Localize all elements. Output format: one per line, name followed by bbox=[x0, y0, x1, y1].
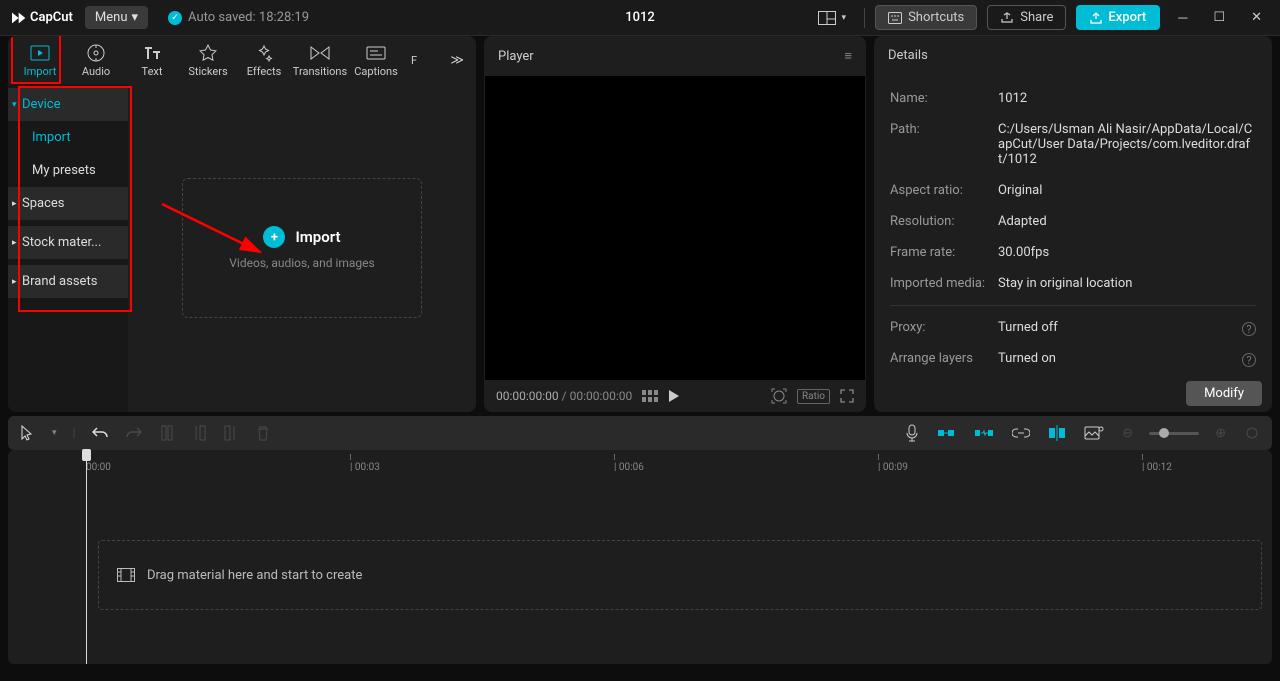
export-button[interactable]: Export bbox=[1076, 5, 1160, 30]
player-panel: Player ≡ 00:00:00:00 / 00:00:00:00 Ratio bbox=[484, 36, 866, 412]
trim-left-button[interactable] bbox=[190, 423, 208, 443]
details-title: Details bbox=[888, 48, 928, 63]
focus-icon[interactable] bbox=[771, 388, 787, 404]
cover-button[interactable] bbox=[1082, 424, 1106, 442]
delete-button[interactable] bbox=[254, 423, 272, 443]
media-tabs: Import Audio Text Stickers Effects Trans… bbox=[8, 36, 476, 84]
stickers-icon bbox=[199, 43, 217, 63]
tool-dropdown[interactable]: ▾ bbox=[50, 426, 59, 440]
text-icon bbox=[143, 43, 161, 63]
tab-transitions[interactable]: Transitions bbox=[292, 36, 348, 84]
app-logo: CapCut bbox=[10, 10, 73, 26]
tab-audio[interactable]: Audio bbox=[68, 36, 124, 84]
info-icon[interactable]: ? bbox=[1242, 353, 1256, 367]
player-controls: 00:00:00:00 / 00:00:00:00 Ratio bbox=[484, 380, 866, 412]
tab-effects[interactable]: Effects bbox=[236, 36, 292, 84]
mic-button[interactable] bbox=[904, 422, 920, 444]
project-title: 1012 bbox=[625, 10, 655, 25]
zoom-out[interactable]: ⊖ bbox=[1120, 424, 1135, 443]
main-track-magnet[interactable] bbox=[934, 424, 958, 442]
check-icon bbox=[168, 11, 182, 25]
link-button[interactable] bbox=[1010, 426, 1032, 440]
tabs-scroll-right[interactable]: ≫ bbox=[442, 53, 472, 68]
play-button[interactable] bbox=[668, 389, 680, 403]
maximize-button[interactable]: ☐ bbox=[1205, 10, 1233, 25]
tab-text[interactable]: Text bbox=[124, 36, 180, 84]
split-button[interactable] bbox=[158, 423, 176, 443]
timeline[interactable]: 00:00 | 00:03 | 00:06 | 00:09 | 00:12 Dr… bbox=[8, 450, 1272, 664]
import-dropzone[interactable]: + Import Videos, audios, and images bbox=[182, 178, 422, 318]
player-title: Player bbox=[498, 49, 534, 64]
timeline-dropzone[interactable]: Drag material here and start to create bbox=[98, 540, 1262, 610]
caret-right-icon: ▸ bbox=[12, 238, 17, 248]
menu-button[interactable]: Menu ▾ bbox=[85, 6, 148, 29]
share-button[interactable]: Share bbox=[987, 5, 1066, 30]
pointer-tool[interactable] bbox=[18, 423, 36, 443]
redo-button[interactable] bbox=[124, 424, 144, 442]
media-panel: Import Audio Text Stickers Effects Trans… bbox=[8, 36, 476, 412]
caret-down-icon: ▾ bbox=[12, 100, 17, 110]
autosave-status: Auto saved: 18:28:19 bbox=[168, 10, 309, 25]
import-area: + Import Videos, audios, and images bbox=[128, 84, 476, 412]
minimize-button[interactable]: ─ bbox=[1170, 10, 1195, 26]
film-icon bbox=[117, 568, 135, 582]
caret-right-icon: ▸ bbox=[12, 277, 17, 287]
sidebar-item-brand[interactable]: ▸Brand assets bbox=[8, 265, 128, 298]
tab-captions[interactable]: Captions bbox=[348, 36, 404, 84]
player-menu-button[interactable]: ≡ bbox=[844, 48, 852, 64]
fullscreen-button[interactable] bbox=[840, 389, 854, 403]
layout-button[interactable]: ▾ bbox=[810, 7, 855, 29]
titlebar: CapCut Menu ▾ Auto saved: 18:28:19 1012 … bbox=[0, 0, 1280, 36]
sidebar-item-import[interactable]: Import bbox=[8, 121, 128, 154]
details-panel: Details Name:1012 Path:C:/Users/Usman Al… bbox=[874, 36, 1272, 412]
undo-button[interactable] bbox=[90, 424, 110, 442]
tab-import[interactable]: Import bbox=[12, 36, 68, 84]
audio-icon bbox=[87, 43, 105, 63]
sidebar-item-device[interactable]: ▾Device bbox=[8, 88, 128, 121]
tab-more[interactable]: F bbox=[404, 36, 424, 84]
thumbnails-icon[interactable] bbox=[642, 390, 658, 402]
info-icon[interactable]: ? bbox=[1242, 322, 1256, 336]
close-button[interactable]: ✕ bbox=[1243, 10, 1270, 25]
zoom-slider[interactable] bbox=[1149, 432, 1199, 435]
plus-icon: + bbox=[263, 226, 285, 248]
player-viewport[interactable] bbox=[485, 76, 865, 380]
shortcuts-button[interactable]: Shortcuts bbox=[875, 5, 977, 30]
zoom-in[interactable]: ⊕ bbox=[1213, 424, 1228, 443]
caret-right-icon: ▸ bbox=[12, 199, 17, 209]
modify-button[interactable]: Modify bbox=[1186, 381, 1262, 406]
timeline-toolbar: ▾ | ⊖ ⊕ bbox=[8, 416, 1272, 450]
chevron-down-icon: ▾ bbox=[132, 10, 139, 25]
timecode: 00:00:00:00 / 00:00:00:00 bbox=[496, 389, 632, 403]
sidebar-item-spaces[interactable]: ▸Spaces bbox=[8, 187, 128, 220]
sidebar-item-stock[interactable]: ▸Stock mater... bbox=[8, 226, 128, 259]
captions-icon bbox=[366, 43, 386, 63]
time-ruler[interactable]: 00:00 | 00:03 | 00:06 | 00:09 | 00:12 bbox=[86, 454, 1272, 476]
import-icon bbox=[30, 43, 50, 63]
playhead[interactable] bbox=[86, 450, 87, 664]
ratio-button[interactable]: Ratio bbox=[797, 389, 830, 404]
effects-icon bbox=[255, 43, 273, 63]
media-sidebar: ▾Device Import My presets ▸Spaces ▸Stock… bbox=[8, 84, 128, 412]
zoom-fit[interactable] bbox=[1242, 424, 1262, 442]
preview-axis[interactable] bbox=[1046, 423, 1068, 443]
transitions-icon bbox=[310, 43, 330, 63]
chevron-down-icon: ▾ bbox=[842, 13, 847, 23]
trim-right-button[interactable] bbox=[222, 423, 240, 443]
sidebar-item-presets[interactable]: My presets bbox=[8, 154, 128, 187]
tab-stickers[interactable]: Stickers bbox=[180, 36, 236, 84]
auto-snap[interactable] bbox=[972, 424, 996, 442]
